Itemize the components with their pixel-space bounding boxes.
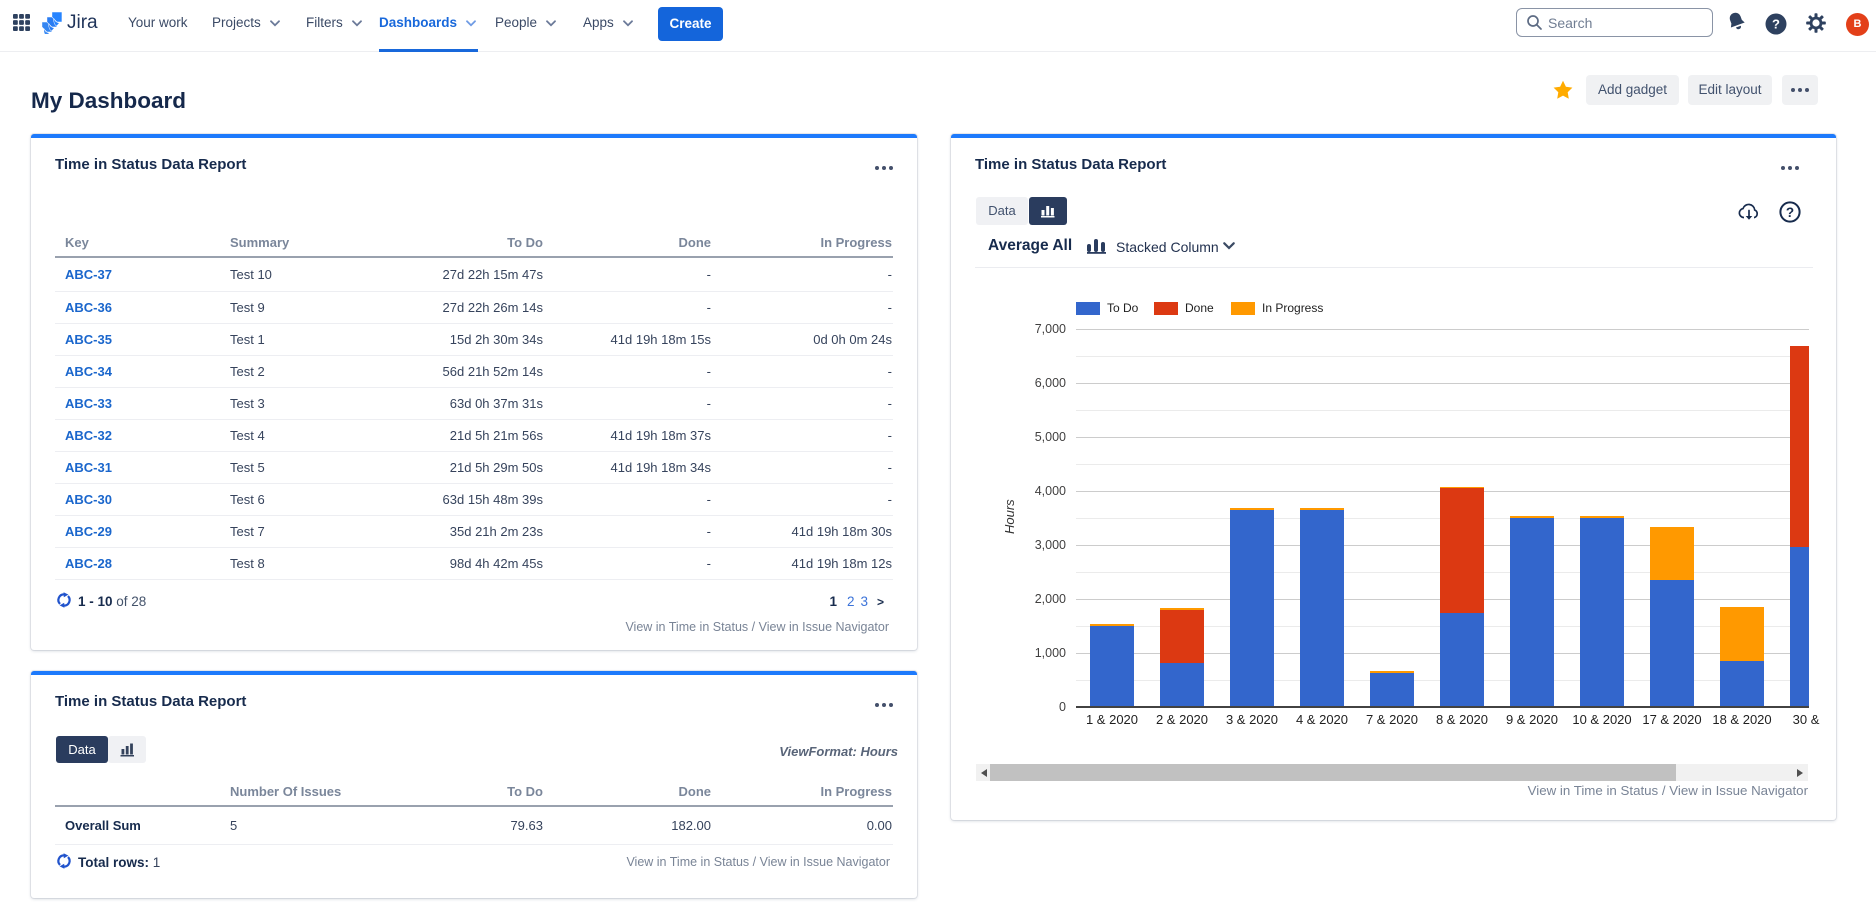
svg-text:?: ? bbox=[1772, 17, 1780, 32]
svg-text:?: ? bbox=[1786, 205, 1794, 220]
